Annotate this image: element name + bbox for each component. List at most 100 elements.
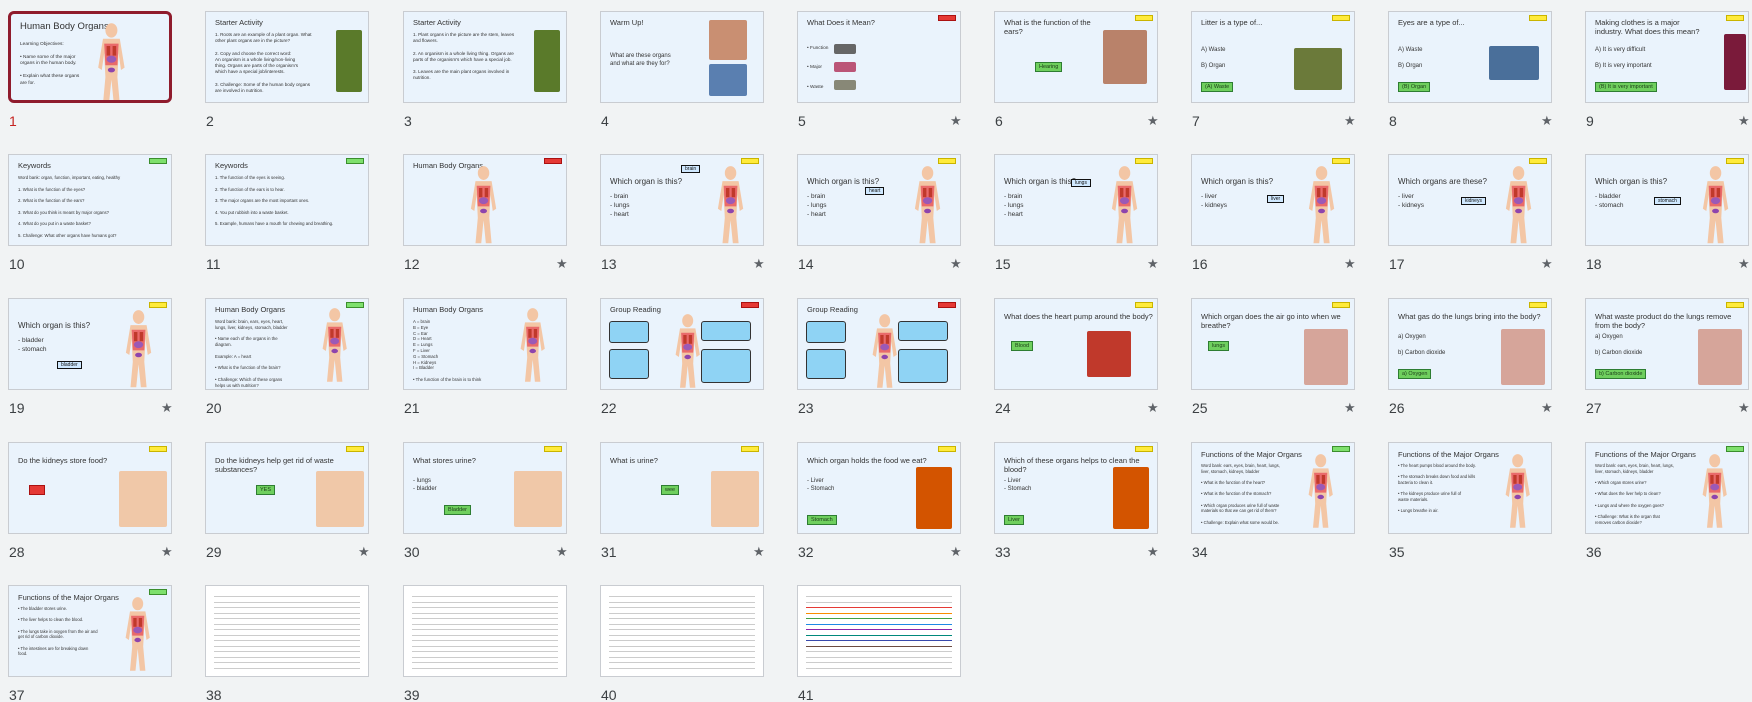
answer-button[interactable]: (B) Organ: [1398, 82, 1431, 92]
slide-thumbnail-19[interactable]: Which organ is this? - bladder - stomach b…: [8, 298, 172, 390]
slide-body-text: A) It is very difficult B) It is very im…: [1595, 47, 1652, 70]
slide-tag: [1135, 15, 1153, 21]
slide-thumbnail-34[interactable]: Functions of the Major Organs Word bank: …: [1191, 442, 1355, 534]
slide-photo: [834, 80, 856, 90]
slide-thumbnail-23[interactable]: Group Reading: [797, 298, 961, 390]
slide-body-text: Learning Objectives: • Name some of the …: [20, 42, 80, 86]
worksheet-line: [609, 618, 755, 619]
slide-thumbnail-35[interactable]: Functions of the Major Organs • The heart…: [1388, 442, 1552, 534]
slide-photo: [336, 30, 362, 92]
slide-title: Keywords: [18, 161, 51, 170]
answer-button[interactable]: lungs: [1208, 341, 1230, 351]
slide-thumbnail-14[interactable]: Which organ is this? - brain - lungs - he…: [797, 154, 961, 246]
slide-thumbnail-29[interactable]: Do the kidneys help get rid of waste sub…: [205, 442, 369, 534]
slide-number: 31: [601, 544, 617, 560]
slide-thumbnail-7[interactable]: Litter is a type of... A) Waste B) Organ (…: [1191, 11, 1355, 103]
slide-thumbnail-22[interactable]: Group Reading: [600, 298, 764, 390]
worksheet-line: [412, 629, 558, 630]
worksheet-line: [412, 607, 558, 608]
slide-title: Functions of the Major Organs: [1398, 450, 1499, 459]
slide-tag: [1332, 446, 1350, 452]
slide-number: 8: [1389, 113, 1397, 129]
slide-thumbnail-33[interactable]: Which of these organs helps to clean the…: [994, 442, 1158, 534]
answer-button[interactable]: Hearing: [1035, 62, 1063, 72]
reading-box: [898, 349, 948, 383]
slide-thumbnail-28[interactable]: Do the kidneys store food? NO: [8, 442, 172, 534]
answer-button[interactable]: Stomach: [807, 515, 837, 525]
slide-photo: [1113, 467, 1149, 529]
slide-title: What stores urine?: [413, 456, 476, 465]
slide-title: Functions of the Major Organs: [1595, 450, 1696, 459]
answer-button[interactable]: NO: [29, 485, 46, 495]
slide-thumbnail-15[interactable]: Which organ is this? - brain - lungs - he…: [994, 154, 1158, 246]
slide-thumbnail-26[interactable]: What gas do the lungs bring into the bod…: [1388, 298, 1552, 390]
slide-thumbnail-16[interactable]: Which organ is this? - liver - kidneys liv…: [1191, 154, 1355, 246]
human-body-diagram: [711, 165, 750, 245]
answer-button[interactable]: YES: [256, 485, 276, 495]
slide-thumbnail-1[interactable]: Human Body Organs Learning Objectives: • …: [8, 11, 172, 103]
slide-thumbnail-38[interactable]: [205, 585, 369, 677]
slide-thumbnail-41[interactable]: [797, 585, 961, 677]
star-icon: ★: [1344, 113, 1356, 128]
slide-thumbnail-5[interactable]: What Does it Mean? • Function • Major • W…: [797, 11, 961, 103]
slide-thumbnail-21[interactable]: Human Body Organs A = brain B = Eye C = E…: [403, 298, 567, 390]
answer-button[interactable]: Bladder: [444, 505, 471, 515]
organ-label: lungs: [1071, 179, 1091, 187]
slide-thumbnail-8[interactable]: Eyes are a type of... A) Waste B) Organ (B…: [1388, 11, 1552, 103]
answer-button[interactable]: b) Carbon dioxide: [1595, 369, 1647, 379]
slide-thumbnail-18[interactable]: Which organ is this? - bladder - stomach s…: [1585, 154, 1749, 246]
slide-thumbnail-24[interactable]: What does the heart pump around the body…: [994, 298, 1158, 390]
worksheet-line: [412, 667, 558, 669]
slide-body-text: a) Oxygen b) Carbon dioxide: [1398, 334, 1446, 357]
slide-body-text: - Liver - Stomach: [807, 478, 835, 493]
star-icon: ★: [161, 544, 173, 559]
slide-thumbnail-10[interactable]: Keywords Word bank: organ, function, impo…: [8, 154, 172, 246]
worksheet-line: [806, 623, 952, 625]
slide-thumbnail-36[interactable]: Functions of the Major Organs Word bank: …: [1585, 442, 1749, 534]
slide-number: 30: [404, 544, 420, 560]
answer-button[interactable]: (B) It is very important: [1595, 82, 1657, 92]
answer-button[interactable]: wee: [661, 485, 680, 495]
worksheet-line: [412, 656, 558, 658]
slide-tag: [544, 158, 562, 164]
slide-tag: [149, 589, 167, 595]
slide-thumbnail-17[interactable]: Which organs are these? - liver - kidneys…: [1388, 154, 1552, 246]
slide-thumbnail-20[interactable]: Human Body Organs Word bank: brain, ears,…: [205, 298, 369, 390]
slide-thumbnail-27[interactable]: What waste product do the lungs remove f…: [1585, 298, 1749, 390]
answer-button[interactable]: (A) Waste: [1201, 82, 1234, 92]
slide-body-text: A = brain B = Eye C = Ear D = Heart E = …: [413, 319, 484, 389]
slide-tag: [149, 446, 167, 452]
answer-button[interactable]: Liver: [1004, 515, 1024, 525]
star-icon: ★: [1738, 256, 1750, 271]
slide-thumbnail-25[interactable]: Which organ does the air go into when we…: [1191, 298, 1355, 390]
slide-thumbnail-4[interactable]: Warm Up! What are these organs and what a…: [600, 11, 764, 103]
slide-thumbnail-31[interactable]: What is urine? wee: [600, 442, 764, 534]
slide-thumbnail-9[interactable]: Making clothes is a major industry. What…: [1585, 11, 1749, 103]
worksheet-line: [214, 618, 360, 619]
slide-thumbnail-12[interactable]: Human Body Organs: [403, 154, 567, 246]
slide-thumbnail-11[interactable]: Keywords 1. The function of the eyes is s…: [205, 154, 369, 246]
slide-thumbnail-3[interactable]: Starter Activity 1. Plant organs in the p…: [403, 11, 567, 103]
slide-thumbnail-6[interactable]: What is the function of the ears? Hearing: [994, 11, 1158, 103]
slide-thumbnail-32[interactable]: Which organ holds the food we eat? - Live…: [797, 442, 961, 534]
slide-tag: [741, 302, 759, 308]
slide-thumbnail-37[interactable]: Functions of the Major Organs • The bladd…: [8, 585, 172, 677]
answer-button[interactable]: Blood: [1011, 341, 1034, 351]
human-body-diagram: [464, 165, 503, 245]
slide-title: Group Reading: [807, 305, 858, 314]
slide-number: 3: [404, 113, 412, 129]
slide-number: 5: [798, 113, 806, 129]
worksheet-line: [806, 607, 952, 608]
worksheet-line: [806, 612, 952, 614]
slide-title: Warm Up!: [610, 18, 644, 27]
slide-thumbnail-40[interactable]: [600, 585, 764, 677]
answer-button[interactable]: a) Oxygen: [1398, 369, 1432, 379]
slide-thumbnail-2[interactable]: Starter Activity 1. Roots are an example …: [205, 11, 369, 103]
slide-number: 40: [601, 687, 617, 702]
human-body-diagram: [1302, 453, 1339, 533]
slide-number: 2: [206, 113, 214, 129]
slide-thumbnail-30[interactable]: What stores urine? - lungs - bladder Bladd…: [403, 442, 567, 534]
slide-thumbnail-39[interactable]: [403, 585, 567, 677]
worksheet-line: [609, 645, 755, 647]
slide-thumbnail-13[interactable]: Which organ is this? - brain - lungs - he…: [600, 154, 764, 246]
